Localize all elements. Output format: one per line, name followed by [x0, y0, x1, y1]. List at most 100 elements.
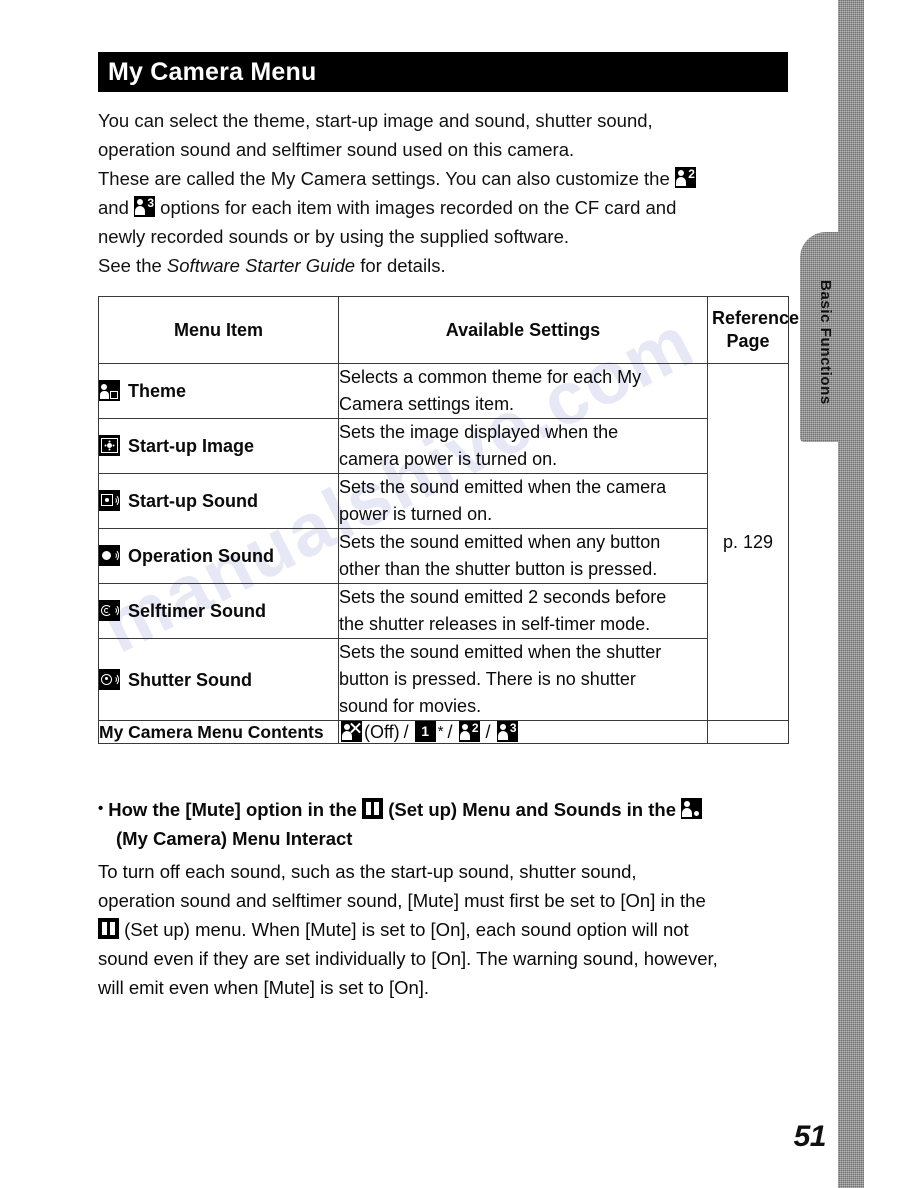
- menu-item-label: Operation Sound: [128, 546, 274, 566]
- theme-icon: [99, 380, 120, 401]
- desc-line: Sets the image displayed when the: [339, 422, 619, 442]
- intro-paragraph: You can select the theme, start-up image…: [98, 106, 788, 280]
- table-row: Selftimer Sound Sets the sound emitted 2…: [98, 583, 789, 639]
- section-title-bar: My Camera Menu: [98, 52, 788, 92]
- note-body-line-with-icon: (Set up) menu. When [Mute] is set to [On…: [98, 915, 788, 944]
- intro-line-6: See the Software Starter Guide for detai…: [98, 251, 788, 280]
- column-header-reference-page: Reference Page: [707, 296, 800, 364]
- chapter-tab-label: Basic Functions: [817, 280, 835, 405]
- note-body-line: sound even if they are set individually …: [98, 948, 718, 969]
- menu-item-operation-sound: Operation Sound: [98, 528, 339, 584]
- my-camera-1-icon: 1: [414, 721, 436, 742]
- note-heading-text-a: How the [Mute] option in the: [108, 799, 363, 820]
- desc-line: other than the shutter button is pressed…: [339, 559, 658, 579]
- my-camera-3-icon: 3: [496, 721, 518, 742]
- set-up-icon: [98, 918, 119, 939]
- selftimer-sound-icon: [99, 600, 120, 621]
- my-camera-2-icon: 2: [458, 721, 480, 742]
- setting-description: Selects a common theme for each My Camer…: [338, 363, 708, 419]
- setting-description: Sets the image displayed when the camera…: [338, 418, 708, 474]
- my-camera-icon: [681, 798, 703, 819]
- page-number: 51: [793, 1120, 827, 1153]
- note-body: To turn off each sound, such as the star…: [98, 857, 788, 1002]
- chapter-band: [838, 0, 864, 1188]
- note-body-line: operation sound and selftimer sound, [Mu…: [98, 890, 706, 911]
- my-camera-2-icon: 2: [674, 167, 696, 188]
- contents-row-values: (Off)/1 */2/3: [338, 720, 708, 744]
- intro-line-4-text: options for each item with images record…: [155, 197, 677, 218]
- intro-line-1: You can select the theme, start-up image…: [98, 110, 653, 131]
- desc-line: power is turned on.: [339, 504, 493, 524]
- desc-line: Sets the sound emitted when any button: [339, 532, 661, 552]
- desc-line: Sets the sound emitted 2 seconds before: [339, 587, 667, 607]
- desc-line: sound for movies.: [339, 696, 482, 716]
- contents-separator: /: [485, 722, 491, 742]
- contents-reference-cell: [707, 720, 789, 744]
- bullet-glyph: •: [98, 800, 104, 817]
- desc-line: Camera settings item.: [339, 394, 515, 414]
- startup-sound-icon: [99, 490, 120, 511]
- desc-line: button is pressed. There is no shutter: [339, 669, 636, 689]
- note-heading-text-b: (Set up) Menu and Sounds in the: [383, 799, 682, 820]
- desc-line: Selects a common theme for each My: [339, 367, 642, 387]
- intro-line-6-prefix: See the: [98, 255, 167, 276]
- note-heading-line-2: (My Camera) Menu Interact: [116, 828, 353, 849]
- desc-line: camera power is turned on.: [339, 449, 558, 469]
- my-camera-menu-contents-row: My Camera Menu Contents (Off)/1 */2/3: [98, 720, 789, 744]
- note-body-line: To turn off each sound, such as the star…: [98, 861, 637, 882]
- contents-off-label: (Off): [364, 722, 400, 742]
- chapter-tab: Basic Functions: [800, 232, 852, 442]
- desc-line: Sets the sound emitted when the camera: [339, 477, 667, 497]
- my-camera-3-icon: 3: [134, 196, 156, 217]
- column-header-available-settings: Available Settings: [338, 296, 708, 364]
- page-title: My Camera Menu: [108, 57, 317, 86]
- table-row: Shutter Sound Sets the sound emitted whe…: [98, 638, 789, 721]
- default-asterisk: *: [437, 723, 444, 740]
- intro-line-5: newly recorded sounds or by using the su…: [98, 226, 569, 247]
- contents-row-label: My Camera Menu Contents: [98, 720, 339, 744]
- table-header-row: Menu Item Available Settings Reference P…: [98, 296, 800, 364]
- table-row: Operation Sound Sets the sound emitted w…: [98, 528, 789, 584]
- menu-item-label: Selftimer Sound: [128, 601, 267, 621]
- intro-line-4: and 3 options for each item with images …: [98, 193, 788, 222]
- intro-line-4-prefix: and: [98, 197, 135, 218]
- intro-line-3: These are called the My Camera settings.…: [98, 164, 788, 193]
- menu-item-label: Shutter Sound: [128, 669, 252, 690]
- menu-item-theme: Theme: [98, 363, 339, 419]
- desc-line: Sets the sound emitted when the shutter: [339, 642, 662, 662]
- startup-image-icon: [99, 435, 120, 456]
- reference-page-value: p. 129: [707, 363, 789, 721]
- menu-item-start-up-image: Start-up Image: [98, 418, 339, 474]
- column-header-reference-page-line1: Reference: [712, 308, 800, 328]
- table-row: Theme Selects a common theme for each My…: [98, 363, 789, 721]
- menu-item-start-up-sound: Start-up Sound: [98, 473, 339, 529]
- note-heading-line-1: • How the [Mute] option in the (Set up) M…: [98, 794, 788, 824]
- mute-interaction-note: • How the [Mute] option in the (Set up) M…: [98, 794, 788, 1002]
- column-header-reference-page-line2: Page: [726, 331, 770, 351]
- menu-item-label: Start-up Image: [128, 436, 255, 456]
- column-header-menu-item: Menu Item: [98, 296, 339, 364]
- contents-separator: /: [403, 722, 409, 742]
- setting-description: Sets the sound emitted when any button o…: [338, 528, 708, 584]
- menu-item-selftimer-sound: Selftimer Sound: [98, 583, 339, 639]
- software-starter-guide-reference: Software Starter Guide: [166, 255, 356, 276]
- shutter-sound-icon: [99, 668, 120, 690]
- operation-sound-icon: [99, 545, 120, 566]
- setting-description: Sets the sound emitted when the camera p…: [338, 473, 708, 529]
- menu-item-label: Start-up Sound: [128, 491, 258, 511]
- intro-line-6-suffix: for details.: [355, 255, 446, 276]
- intro-line-2: operation sound and selftimer sound used…: [98, 139, 575, 160]
- note-body-text: (Set up) menu. When [Mute] is set to [On…: [119, 919, 689, 940]
- table-row: Start-up Image Sets the image displayed …: [98, 418, 789, 474]
- set-up-icon: [362, 798, 384, 819]
- note-heading: • How the [Mute] option in the (Set up) M…: [98, 794, 788, 853]
- desc-line: the shutter releases in self-timer mode.: [339, 614, 651, 634]
- page-content: My Camera Menu You can select the theme,…: [98, 52, 800, 1002]
- note-body-line: will emit even when [Mute] is set to [On…: [98, 977, 430, 998]
- table-row: Start-up Sound Sets the sound emitted wh…: [98, 473, 789, 529]
- my-camera-off-icon: [341, 721, 362, 742]
- contents-separator: /: [447, 722, 453, 742]
- setting-description: Sets the sound emitted when the shutter …: [338, 638, 708, 721]
- settings-table: Menu Item Available Settings Reference P…: [98, 296, 800, 744]
- menu-item-label: Theme: [128, 381, 187, 401]
